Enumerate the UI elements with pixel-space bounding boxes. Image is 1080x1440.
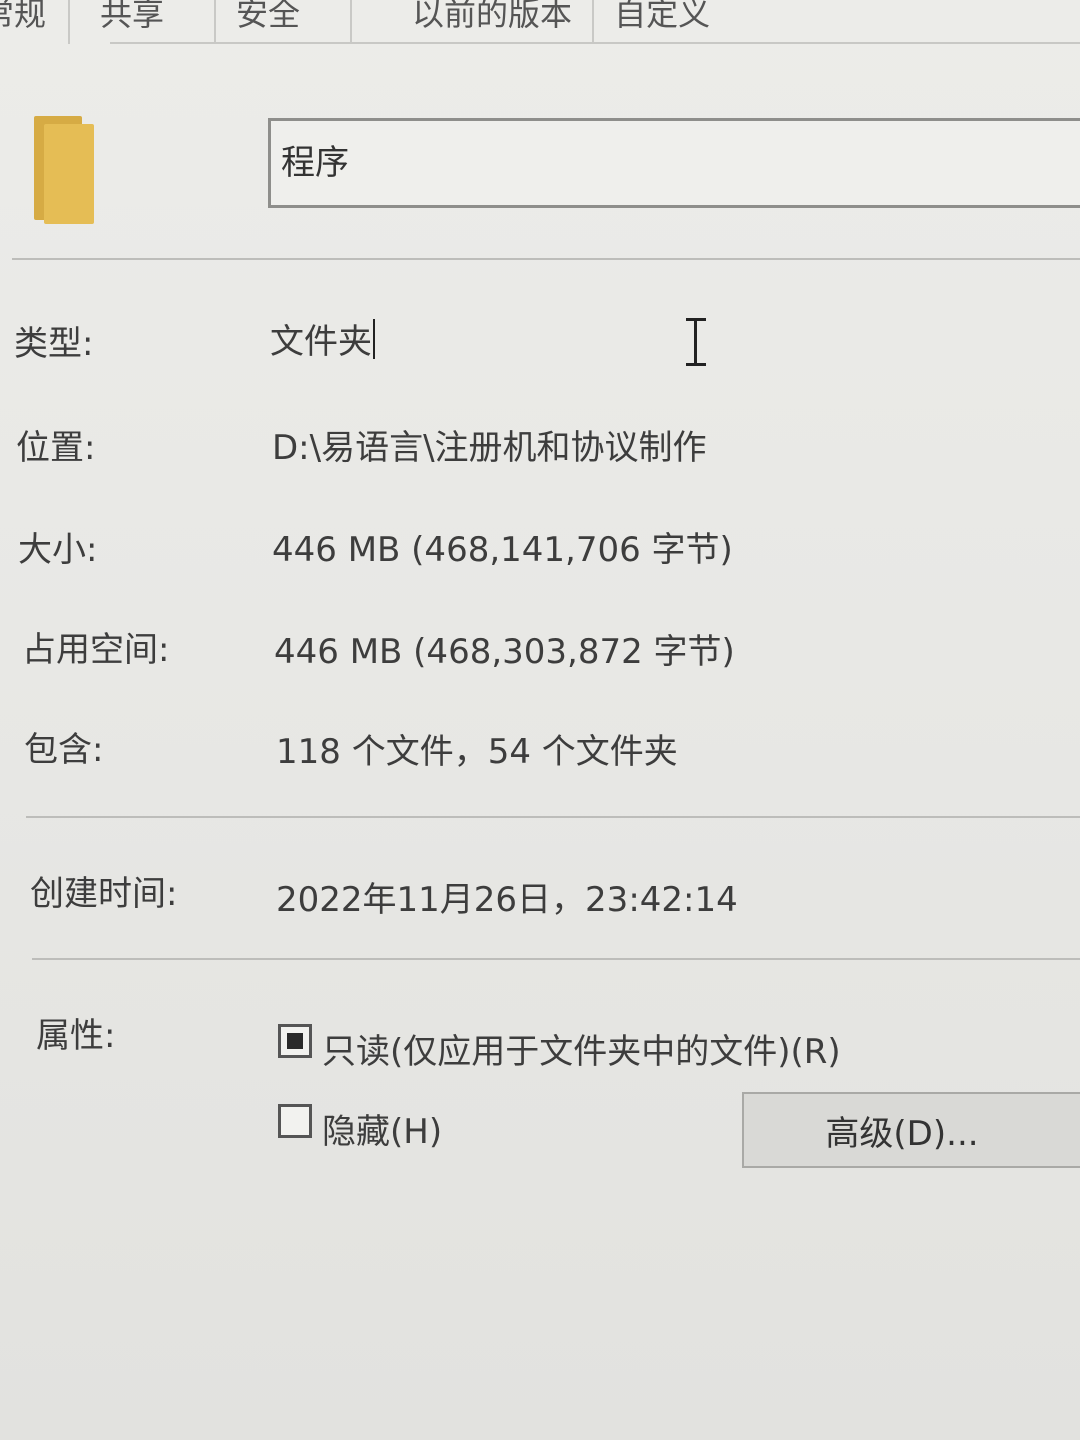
- readonly-checkbox-label[interactable]: 只读(仅应用于文件夹中的文件)(R): [322, 1024, 841, 1073]
- size-label: 大小:: [18, 530, 98, 570]
- contains-value: 118 个文件，54 个文件夹: [276, 732, 678, 772]
- tab-divider: [110, 42, 1080, 44]
- type-label: 类型:: [14, 324, 94, 364]
- size-on-disk-label: 占用空间:: [22, 630, 170, 670]
- separator: [12, 258, 1080, 260]
- tab-general[interactable]: 常规: [0, 0, 71, 44]
- created-label: 创建时间:: [30, 874, 178, 914]
- tab-previous-versions[interactable]: 以前的版本: [352, 0, 595, 44]
- tab-customize[interactable]: 自定义: [594, 0, 732, 44]
- folder-name-input[interactable]: 程序: [268, 118, 1080, 208]
- folder-icon: [30, 116, 94, 224]
- properties-dialog: 常规 共享 安全 以前的版本 自定义 程序 类型: 文件夹 位置: D:\易语言…: [0, 0, 1080, 1440]
- created-value: 2022年11月26日，23:42:14: [276, 880, 738, 920]
- type-value[interactable]: 文件夹: [270, 314, 375, 363]
- contains-label: 包含:: [24, 730, 104, 770]
- hidden-checkbox-label[interactable]: 隐藏(H): [322, 1104, 442, 1153]
- advanced-button[interactable]: 高级(D)...: [742, 1092, 1080, 1168]
- size-value: 446 MB (468,141,706 字节): [272, 530, 733, 570]
- tab-security[interactable]: 安全: [216, 0, 353, 44]
- location-value[interactable]: D:\易语言\注册机和协议制作: [272, 420, 707, 469]
- tab-strip: 常规 共享 安全 以前的版本 自定义: [0, 0, 1080, 44]
- type-value-text: 文件夹: [270, 322, 372, 362]
- ibeam-cursor-icon: [682, 316, 710, 368]
- attributes-label: 属性:: [36, 1016, 116, 1056]
- hidden-checkbox[interactable]: [278, 1104, 312, 1138]
- text-caret: [373, 319, 375, 359]
- indeterminate-mark: [287, 1033, 303, 1049]
- location-label: 位置:: [16, 428, 96, 468]
- tab-sharing[interactable]: 共享: [70, 0, 217, 44]
- separator: [32, 958, 1080, 960]
- size-on-disk-value: 446 MB (468,303,872 字节): [274, 632, 735, 672]
- readonly-checkbox[interactable]: [278, 1024, 312, 1058]
- separator: [26, 816, 1080, 818]
